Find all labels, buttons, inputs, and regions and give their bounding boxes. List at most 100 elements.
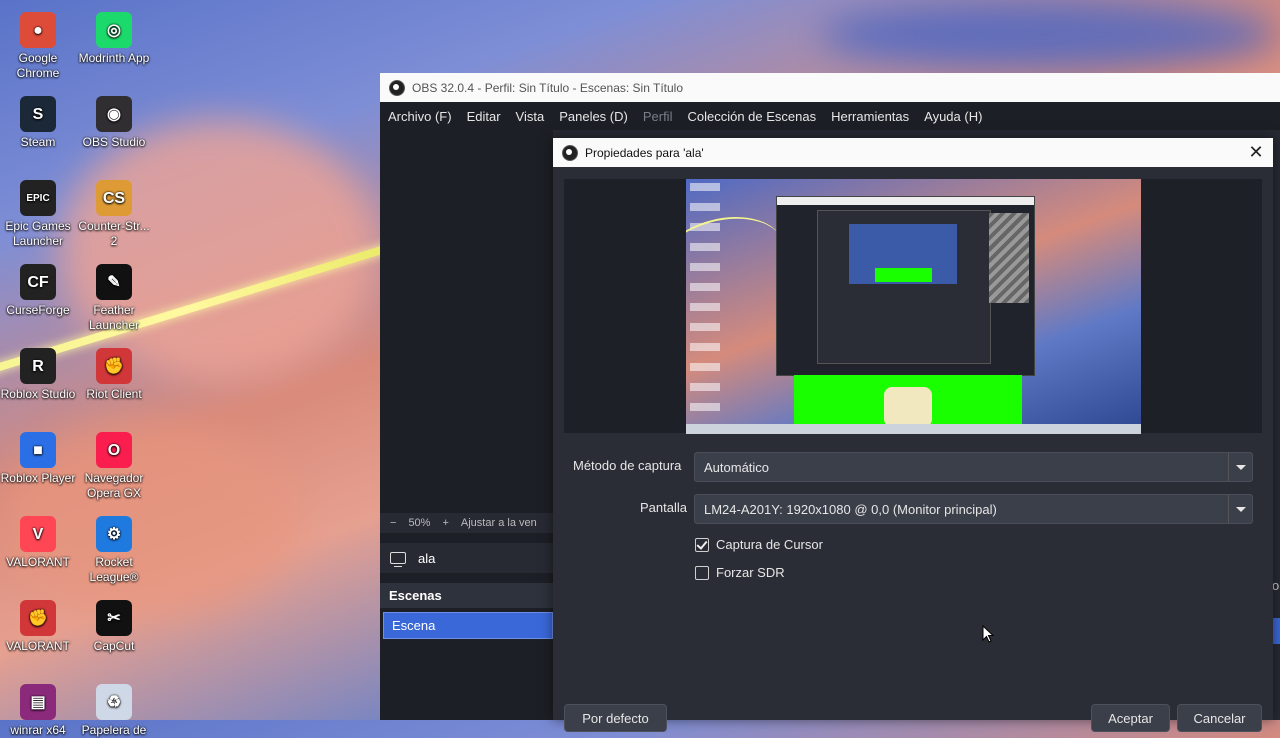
zoom-fit-button[interactable]: Ajustar a la ven (461, 517, 537, 529)
desktop-icon-label: Papelera de (81, 723, 147, 737)
obs-logo-icon (389, 79, 405, 96)
force-sdr-checkbox[interactable] (695, 565, 709, 580)
desktop-icon-label: Epic Games Launcher (5, 219, 71, 248)
menu-ayuda[interactable]: Ayuda (H) (924, 109, 982, 124)
rocket-league-icon: ⚙ (96, 516, 132, 552)
valorant-riot-icon: ✊ (20, 600, 56, 636)
modrinth-icon: ◎ (96, 12, 132, 48)
scenes-panel-header: Escenas (380, 583, 553, 608)
desktop-icon-label: CapCut (93, 639, 135, 653)
desktop-icon-label: Feather Launcher (88, 303, 140, 332)
desktop-icon[interactable]: ♻ Papelera de (76, 678, 152, 738)
menu-paneles[interactable]: Paneles (D) (559, 109, 628, 124)
desktop-icon[interactable]: ◉ OBS Studio (76, 90, 152, 150)
menu-archivo[interactable]: Archivo (F) (388, 109, 452, 124)
desktop-icon-label: Roblox Studio (0, 387, 76, 401)
capture-preview (564, 179, 1262, 434)
desktop-icon-label: VALORANT (6, 555, 70, 569)
feather-icon: ✎ (96, 264, 132, 300)
winrar-icon: ▤ (20, 684, 56, 720)
roblox-studio-icon: R (20, 348, 56, 384)
desktop-icon[interactable]: O Navegador Opera GX (76, 426, 152, 501)
desktop-icon-label: Modrinth App (78, 51, 150, 65)
valorant-icon: V (20, 516, 56, 552)
source-row[interactable]: ala (380, 543, 553, 573)
chrome-icon: ● (20, 12, 56, 48)
desktop-icon[interactable]: ▤ winrar x64 (0, 678, 76, 738)
display-select[interactable]: LM24-A201Y: 1920x1080 @ 0,0 (Monitor pri… (694, 494, 1253, 524)
desktop-icon[interactable]: V VALORANT (0, 510, 76, 570)
obs-logo-icon (562, 144, 578, 161)
dialog-title: Propiedades para 'ala' (585, 145, 704, 160)
menu-herramientas[interactable]: Herramientas (831, 109, 909, 124)
desktop-icon[interactable]: R Roblox Studio (0, 342, 76, 402)
chevron-down-icon (1228, 495, 1252, 523)
desktop-icon[interactable]: ■ Roblox Player (0, 426, 76, 486)
counter-strike-icon: CS (96, 180, 132, 216)
defaults-button[interactable]: Por defecto (564, 704, 667, 732)
riot-icon: ✊ (96, 348, 132, 384)
recycle-bin-icon: ♻ (96, 684, 132, 720)
desktop-icon[interactable]: ✂ CapCut (76, 594, 152, 654)
chevron-down-icon (1228, 453, 1252, 481)
wallpaper-cloud (60, 120, 380, 380)
desktop-icon[interactable]: ✊ VALORANT (0, 594, 76, 654)
desktop-icon[interactable]: ◎ Modrinth App (76, 6, 152, 66)
desktop-icon-label: Rocket League® (89, 555, 139, 584)
menu-editar[interactable]: Editar (467, 109, 501, 124)
scene-item[interactable]: Escena (383, 612, 553, 639)
menu-vista[interactable]: Vista (516, 109, 545, 124)
dialog-title-bar: Propiedades para 'ala' ✕ (553, 138, 1273, 167)
desktop-icon-label: Counter-Str... 2 (78, 219, 150, 248)
desktop-icon-label: OBS Studio (82, 135, 146, 149)
zoom-in-button[interactable]: + (442, 517, 448, 529)
capcut-icon: ✂ (96, 600, 132, 636)
capture-cursor-row[interactable]: Captura de Cursor (695, 537, 823, 552)
desktop-icon[interactable]: EPIC Epic Games Launcher (0, 174, 76, 249)
menu-perfil[interactable]: Perfil (643, 109, 673, 124)
desktop-icon-label: Roblox Player (0, 471, 76, 485)
desktop-icon-label: CurseForge (6, 303, 70, 317)
capture-method-select[interactable]: Automático (694, 452, 1253, 482)
force-sdr-row[interactable]: Forzar SDR (695, 565, 785, 580)
obs-window-title: OBS 32.0.4 - Perfil: Sin Título - Escena… (412, 80, 684, 95)
steam-icon: S (20, 96, 56, 132)
zoom-out-button[interactable]: − (390, 517, 396, 529)
menu-coleccion-escenas[interactable]: Colección de Escenas (687, 109, 816, 124)
desktop-icon[interactable]: ⚙ Rocket League® (76, 510, 152, 585)
captured-screen-image (686, 179, 1141, 434)
display-value: LM24-A201Y: 1920x1080 @ 0,0 (Monitor pri… (704, 501, 997, 517)
desktop-icon-label: Navegador Opera GX (84, 471, 144, 500)
desktop-icon[interactable]: CF CurseForge (0, 258, 76, 318)
desktop-icon[interactable]: S Steam (0, 90, 76, 150)
obs-icon: ◉ (96, 96, 132, 132)
accept-button[interactable]: Aceptar (1091, 704, 1170, 732)
force-sdr-label: Forzar SDR (716, 565, 785, 580)
capture-cursor-checkbox[interactable] (695, 537, 709, 552)
capture-method-value: Automático (704, 459, 770, 475)
right-panel-selected-item[interactable] (1272, 618, 1280, 644)
monitor-icon (390, 552, 406, 567)
desktop-icon[interactable]: CS Counter-Str... 2 (76, 174, 152, 249)
desktop-icon-label: Google Chrome (16, 51, 60, 80)
zoom-bar: − 50% + Ajustar a la ven (380, 513, 553, 533)
obs-title-bar: OBS 32.0.4 - Perfil: Sin Título - Escena… (380, 73, 1280, 102)
display-label: Pantalla (640, 500, 687, 515)
right-panel-edge-text: o (1272, 578, 1280, 593)
desktop-icon-label: Riot Client (86, 387, 142, 401)
close-icon[interactable]: ✕ (1247, 143, 1265, 161)
capture-cursor-label: Captura de Cursor (716, 537, 823, 552)
source-name: ala (418, 550, 436, 566)
roblox-icon: ■ (20, 432, 56, 468)
desktop-icon-label: Steam (20, 135, 56, 149)
desktop-icon-label: winrar x64 (10, 723, 66, 737)
desktop-icon[interactable]: ✊ Riot Client (76, 342, 152, 402)
opera-gx-icon: O (96, 432, 132, 468)
desktop-icon-label: VALORANT (6, 639, 70, 653)
desktop-icon[interactable]: ✎ Feather Launcher (76, 258, 152, 333)
cancel-button[interactable]: Cancelar (1177, 704, 1262, 732)
properties-dialog: Propiedades para 'ala' ✕ Método de captu… (553, 138, 1273, 732)
mouse-cursor-icon (982, 625, 995, 643)
epic-icon: EPIC (20, 180, 56, 216)
desktop-icon[interactable]: ● Google Chrome (0, 6, 76, 81)
